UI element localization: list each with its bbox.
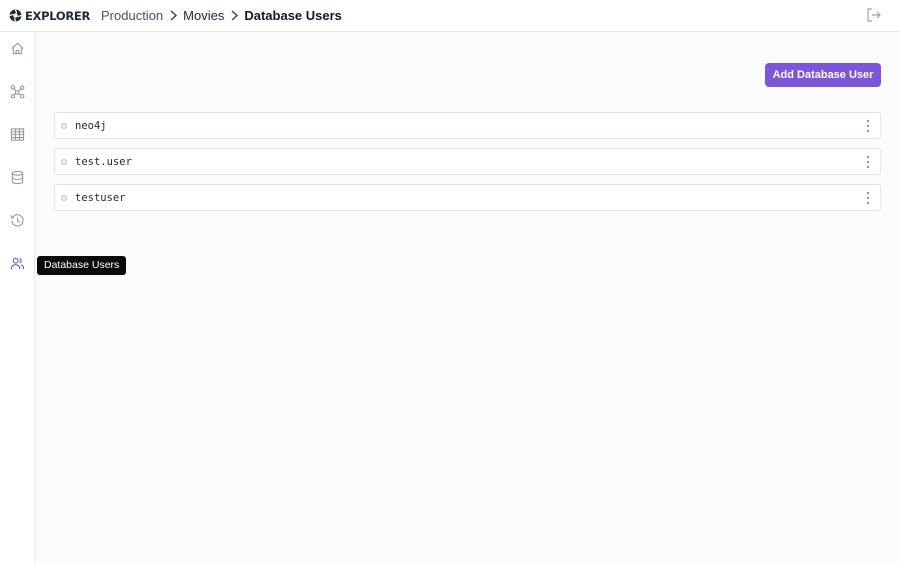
user-name: neo4j [75,119,107,132]
user-name: testuser [75,191,126,204]
sidebar-item-database-users[interactable] [9,255,26,272]
status-dot-icon [60,122,68,130]
status-dot-icon [60,158,68,166]
add-database-user-button[interactable]: Add Database User [765,63,881,87]
aperture-icon [9,9,22,22]
chevron-right-icon [163,10,183,21]
table-icon [10,128,25,141]
history-icon [10,214,24,227]
breadcrumb-current: Database Users [244,8,342,23]
sidebar-item-table[interactable] [9,126,26,143]
sidebar-item-home[interactable] [9,40,26,57]
user-row-test-user[interactable]: test.user [54,148,881,175]
sidebar-item-history[interactable] [9,212,26,229]
top-bar: EXPLORER Production Movies Database User… [0,0,900,32]
status-dot-icon [60,194,68,202]
users-icon [10,257,25,270]
user-name: test.user [75,155,132,168]
chevron-right-icon [224,10,244,21]
main-content: Add Database User neo4j test.user testus… [35,32,900,563]
logout-icon[interactable] [866,7,882,23]
database-icon [11,170,24,185]
sidebar-item-graph[interactable] [9,83,26,100]
kebab-menu-icon[interactable] [865,192,871,204]
sidebar [0,32,35,563]
breadcrumb-movies[interactable]: Movies [183,8,224,23]
user-row-testuser[interactable]: testuser [54,184,881,211]
breadcrumb-production[interactable]: Production [101,8,163,23]
tooltip-database-users: Database Users [37,256,127,275]
app-logo[interactable]: EXPLORER [9,9,101,23]
breadcrumb: Production Movies Database Users [101,8,342,23]
home-icon [11,42,24,55]
app-name: EXPLORER [25,8,91,23]
kebab-menu-icon[interactable] [865,156,871,168]
kebab-menu-icon[interactable] [865,120,871,132]
graph-icon [10,85,25,99]
user-row-neo4j[interactable]: neo4j [54,112,881,139]
sidebar-item-database[interactable] [9,169,26,186]
